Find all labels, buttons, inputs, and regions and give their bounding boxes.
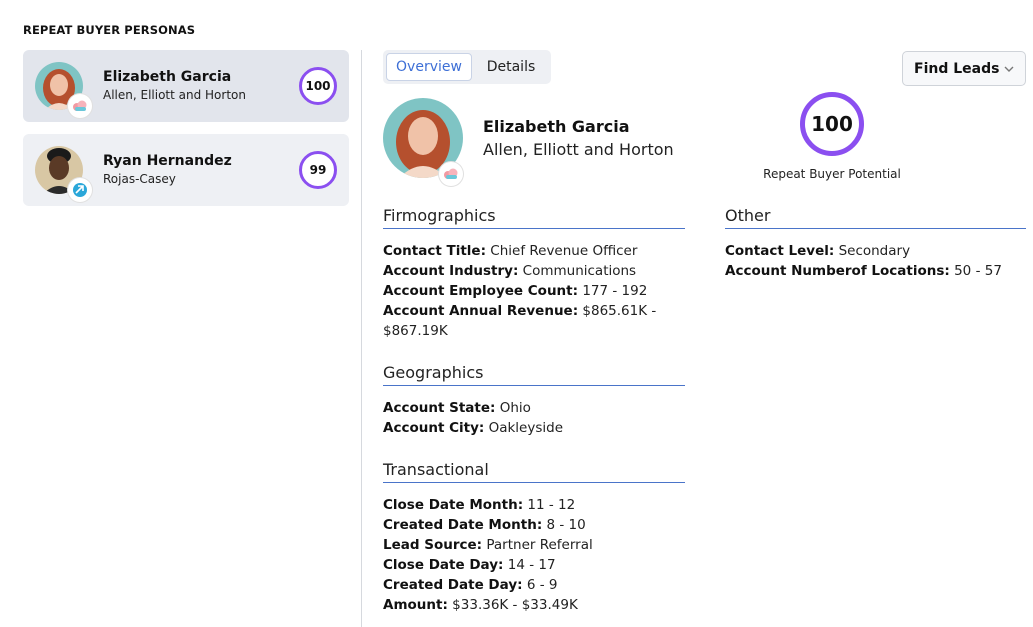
detail-row: Created Date Day: 6 - 9 (383, 577, 558, 593)
persona-card-ryan-hernandez[interactable]: Ryan Hernandez Rojas-Casey 99 (23, 134, 349, 206)
tab-details[interactable]: Details (475, 53, 547, 81)
find-leads-dropdown[interactable]: Find Leads (902, 51, 1026, 86)
geographics-section: Geographics Account State: Ohio Account … (383, 363, 685, 438)
find-leads-label: Find Leads (914, 60, 1000, 77)
sync-icon (68, 178, 92, 202)
detail-row: Contact Level: Secondary (725, 243, 911, 259)
tab-overview[interactable]: Overview (386, 53, 472, 81)
cloud-icon (439, 162, 463, 186)
repeat-buyer-score-label: Repeat Buyer Potential (763, 167, 901, 181)
detail-row: Contact Title: Chief Revenue Officer (383, 243, 638, 259)
section-heading: Firmographics (383, 206, 685, 229)
persona-name: Elizabeth Garcia (103, 69, 232, 85)
detail-row: Account State: Ohio (383, 400, 531, 416)
divider (361, 50, 362, 627)
section-heading: Other (725, 206, 1026, 229)
persona-company: Rojas-Casey (103, 172, 176, 186)
profile-name: Elizabeth Garcia (483, 117, 630, 136)
cloud-icon (68, 94, 92, 118)
profile-company: Allen, Elliott and Horton (483, 140, 674, 159)
section-title: REPEAT BUYER PERSONAS (23, 23, 196, 37)
detail-row: Account City: Oakleyside (383, 420, 564, 436)
firmographics-section: Firmographics Contact Title: Chief Reven… (383, 206, 685, 341)
persona-card-elizabeth-garcia[interactable]: Elizabeth Garcia Allen, Elliott and Hort… (23, 50, 349, 122)
chevron-down-icon (1003, 63, 1015, 79)
detail-row: Lead Source: Partner Referral (383, 537, 593, 553)
transactional-section: Transactional Close Date Month: 11 - 12 … (383, 460, 685, 615)
persona-name: Ryan Hernandez (103, 153, 232, 169)
persona-score: 100 (299, 67, 337, 105)
detail-row: Close Date Day: 14 - 17 (383, 557, 556, 573)
section-heading: Geographics (383, 363, 685, 386)
detail-row: Amount: $33.36K - $33.49K (383, 597, 578, 613)
detail-row: Created Date Month: 8 - 10 (383, 517, 586, 533)
detail-row: Account Employee Count: 177 - 192 (383, 283, 648, 299)
section-heading: Transactional (383, 460, 685, 483)
other-section: Other Contact Level: Secondary Account N… (725, 206, 1026, 281)
detail-row: Account Industry: Communications (383, 263, 637, 279)
tab-bar: Overview Details (383, 50, 551, 84)
persona-company: Allen, Elliott and Horton (103, 88, 246, 102)
detail-row: Close Date Month: 11 - 12 (383, 497, 576, 513)
detail-row: Account Numberof Locations: 50 - 57 (725, 263, 1002, 279)
repeat-buyer-score: 100 (800, 92, 864, 156)
detail-row: Account Annual Revenue: $865.61K - $867.… (383, 303, 657, 339)
persona-score: 99 (299, 151, 337, 189)
